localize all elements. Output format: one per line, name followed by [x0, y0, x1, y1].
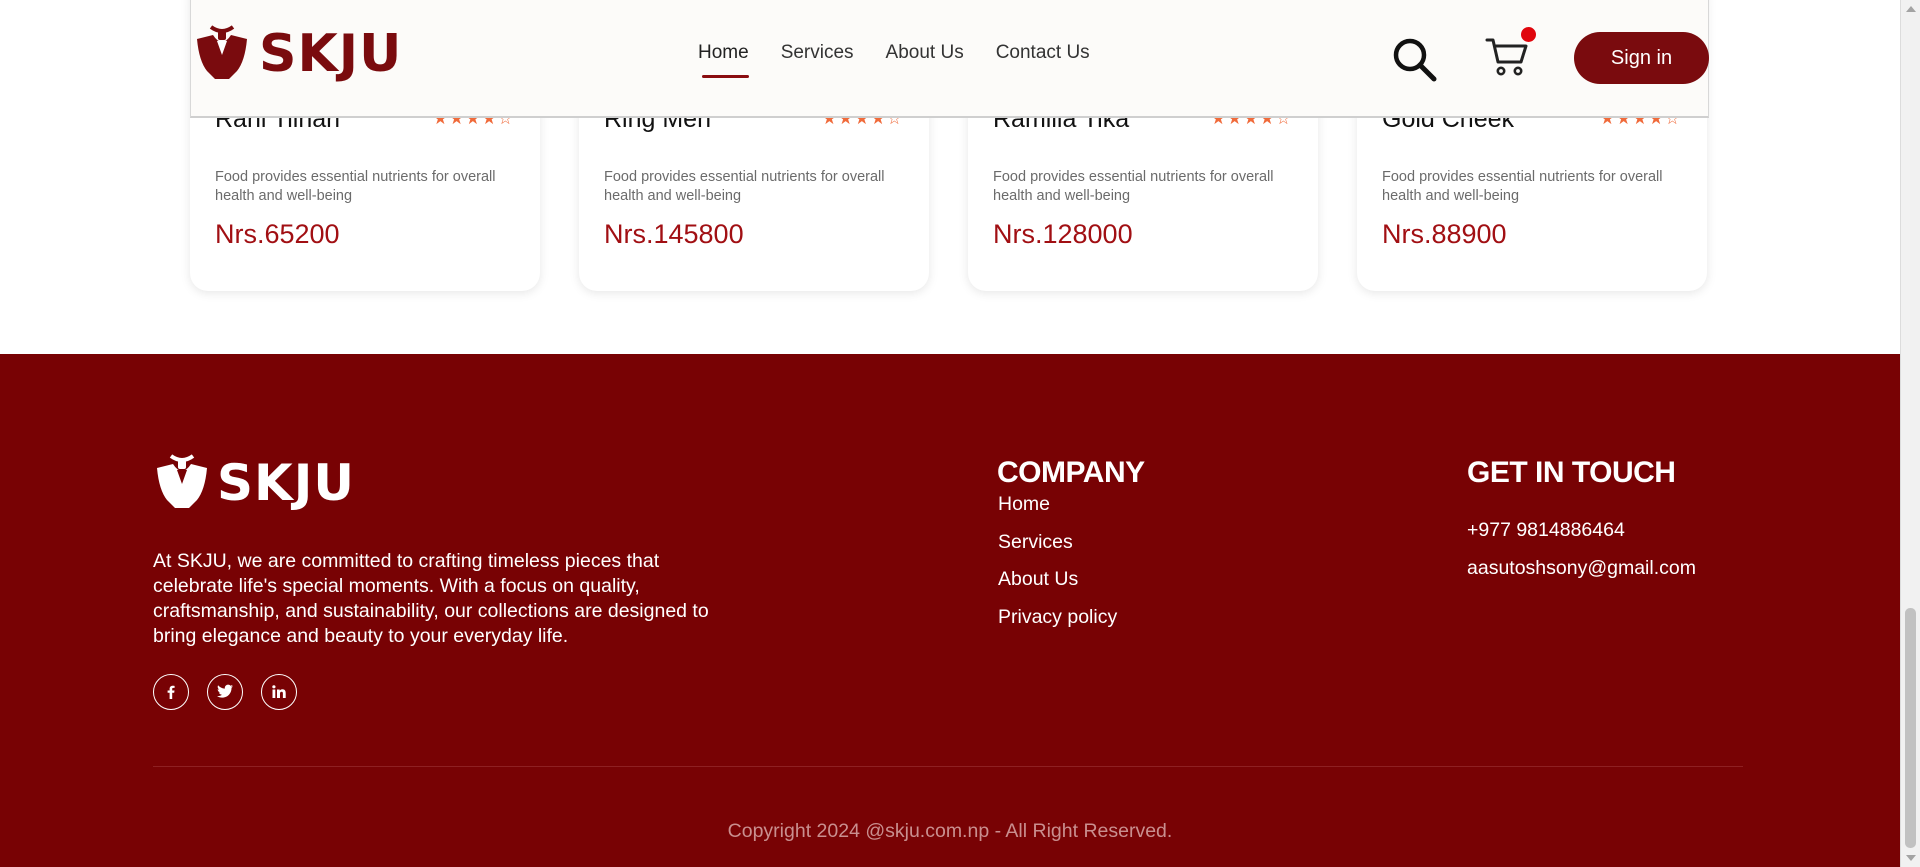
contact-info: +977 9814886464 aasutoshsony@gmail.com [1467, 519, 1696, 595]
footer-link-services[interactable]: Services [998, 531, 1117, 569]
site-footer: SKJU At SKJU, we are committed to crafti… [0, 354, 1900, 867]
copyright-text: Copyright 2024 @skju.com.np - All Right … [727, 820, 1173, 842]
footer-link-privacy-policy[interactable]: Privacy policy [998, 606, 1117, 644]
footer-about-text: At SKJU, we are committed to crafting ti… [153, 550, 709, 647]
twitter-icon[interactable] [207, 674, 243, 710]
product-description: Food provides essential nutrients for ov… [1382, 169, 1663, 204]
cart-notification-badge [1521, 27, 1536, 42]
product-description: Food provides essential nutrients for ov… [604, 169, 885, 204]
company-links: Home Services About Us Privacy policy [998, 493, 1117, 643]
scrollbar-thumb[interactable] [1905, 608, 1916, 848]
product-price: Nrs.88900 [1382, 219, 1507, 249]
footer-link-home[interactable]: Home [998, 493, 1117, 531]
nav-home[interactable]: Home [698, 42, 749, 78]
nav-services[interactable]: Services [781, 42, 854, 64]
sign-in-button[interactable]: Sign in [1574, 32, 1709, 84]
contact-email[interactable]: aasutoshsony@gmail.com [1467, 557, 1696, 595]
brand-name: SKJU [259, 24, 403, 84]
scroll-down-arrow-icon[interactable] [1906, 855, 1916, 861]
search-icon[interactable] [1391, 36, 1439, 89]
footer-brand-name: SKJU [217, 454, 355, 512]
company-heading: COMPANY [997, 456, 1145, 489]
product-description: Food provides essential nutrients for ov… [215, 169, 496, 204]
nav-contact-us[interactable]: Contact Us [996, 42, 1090, 64]
footer-divider [153, 766, 1743, 767]
brand-logo[interactable]: SKJU [193, 24, 403, 84]
social-links [153, 674, 297, 710]
product-price: Nrs.65200 [215, 219, 340, 249]
nav-about-us[interactable]: About Us [886, 42, 964, 64]
product-description: Food provides essential nutrients for ov… [993, 169, 1274, 204]
linkedin-icon[interactable] [261, 674, 297, 710]
footer-link-about-us[interactable]: About Us [998, 568, 1117, 606]
page-scrollbar[interactable] [1900, 0, 1920, 867]
main-nav: Home Services About Us Contact Us [698, 42, 1122, 78]
contact-phone[interactable]: +977 9814886464 [1467, 519, 1696, 557]
product-price: Nrs.128000 [993, 219, 1133, 249]
necklace-logo-icon [157, 454, 207, 508]
necklace-logo-icon [197, 25, 247, 79]
contact-heading: GET IN TOUCH [1467, 456, 1676, 489]
facebook-icon[interactable] [153, 674, 189, 710]
site-header: SKJU Home Services About Us Contact Us S… [190, 0, 1709, 118]
product-price: Nrs.145800 [604, 219, 744, 249]
cart-icon[interactable] [1485, 34, 1529, 83]
footer-logo[interactable]: SKJU [153, 454, 355, 512]
scroll-up-arrow-icon[interactable] [1906, 6, 1916, 12]
